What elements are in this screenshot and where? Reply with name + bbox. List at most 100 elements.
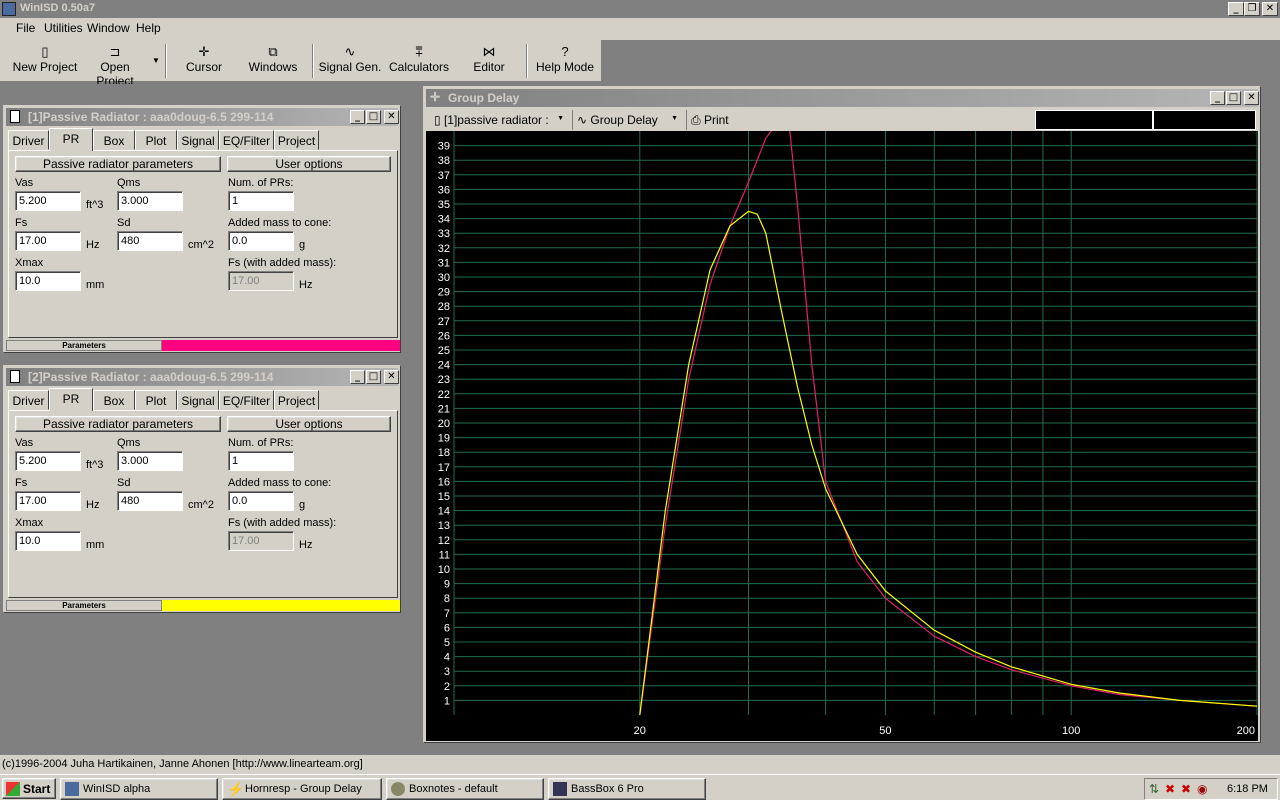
signal-gen-button[interactable]: ∿ Signal Gen. bbox=[318, 44, 382, 80]
taskbar-item-bassbox[interactable]: BassBox 6 Pro bbox=[548, 778, 706, 800]
close-icon[interactable]: ✕ bbox=[384, 370, 399, 384]
pr-window-2: [2]Passive Radiator : aaa0doug-6.5 299-1… bbox=[3, 365, 401, 613]
passive-radiator-parameters-header: Passive radiator parameters bbox=[15, 156, 221, 172]
tab-eq-filter[interactable]: EQ/Filter bbox=[219, 390, 274, 410]
taskbar-item-boxnotes[interactable]: Boxnotes - default bbox=[386, 778, 544, 800]
y-tick-label: 23 bbox=[438, 374, 450, 386]
print-button[interactable]: ⎙ Print bbox=[686, 110, 746, 130]
minimize-icon[interactable]: _ bbox=[1210, 91, 1225, 105]
qms-field[interactable]: 3.000 bbox=[117, 451, 183, 471]
windows-button[interactable]: ⧉ Windows bbox=[243, 44, 303, 80]
editor-icon: ⋈ bbox=[482, 44, 496, 59]
sd-field[interactable]: 480 bbox=[117, 231, 183, 251]
y-tick-label: 12 bbox=[438, 535, 450, 547]
vas-field[interactable]: 5.200 bbox=[15, 191, 81, 211]
sd-field[interactable]: 480 bbox=[117, 491, 183, 511]
start-label: Start bbox=[23, 782, 51, 796]
cursor-button[interactable]: ✛ Cursor bbox=[174, 44, 234, 80]
network-error-icon[interactable]: ✖ bbox=[1165, 782, 1175, 796]
pr-window-1-titlebar[interactable]: [1]Passive Radiator : aaa0doug-6.5 299-1… bbox=[6, 108, 399, 126]
pr-window-2-titlebar[interactable]: [2]Passive Radiator : aaa0doug-6.5 299-1… bbox=[6, 368, 399, 386]
close-icon[interactable]: ✕ bbox=[1262, 2, 1278, 16]
fs-field[interactable]: 17.00 bbox=[15, 231, 81, 251]
tab-box[interactable]: Box bbox=[93, 390, 135, 410]
qms-field[interactable]: 3.000 bbox=[117, 191, 183, 211]
y-tick-label: 24 bbox=[438, 360, 450, 372]
project-select[interactable]: ▯ [1]passive radiator : ▼ bbox=[430, 110, 568, 130]
taskbar-item-hornresp[interactable]: ⚡ Hornresp - Group Delay bbox=[222, 778, 382, 800]
added-mass-field[interactable]: 0.0 bbox=[228, 491, 294, 511]
taskbar: Start WinISD alpha ⚡ Hornresp - Group De… bbox=[0, 774, 1280, 800]
minimize-icon[interactable]: _ bbox=[350, 370, 365, 384]
tab-signal[interactable]: Signal bbox=[177, 390, 219, 410]
taskbar-item-label: Hornresp - Group Delay bbox=[245, 783, 362, 795]
close-icon[interactable]: ✕ bbox=[1244, 91, 1259, 105]
open-project-dropdown-icon[interactable]: ▼ bbox=[152, 56, 160, 65]
help-mode-button[interactable]: ? Help Mode bbox=[534, 44, 596, 80]
calculators-button[interactable]: ⩱ Calculators bbox=[388, 44, 450, 80]
tab-eq-filter[interactable]: EQ/Filter bbox=[219, 130, 274, 150]
cursor-label: Cursor bbox=[185, 60, 222, 74]
fs-added-label: Fs (with added mass): bbox=[228, 517, 337, 529]
y-tick-label: 15 bbox=[438, 491, 450, 503]
series-line bbox=[639, 210, 1257, 715]
antivirus-icon[interactable]: ◉ bbox=[1197, 782, 1207, 796]
tab-plot[interactable]: Plot bbox=[135, 390, 177, 410]
close-icon[interactable]: ✕ bbox=[384, 110, 399, 124]
tab-project[interactable]: Project bbox=[274, 390, 319, 410]
taskbar-item-winisd[interactable]: WinISD alpha bbox=[60, 778, 218, 800]
menu-help[interactable]: Help bbox=[136, 21, 161, 35]
minimize-icon[interactable]: _ bbox=[350, 110, 365, 124]
restore-icon[interactable]: ❐ bbox=[1244, 2, 1260, 16]
tab-signal[interactable]: Signal bbox=[177, 130, 219, 150]
tab-pr[interactable]: PR bbox=[49, 128, 93, 151]
network-error-icon[interactable]: ✖ bbox=[1181, 782, 1191, 796]
y-tick-label: 36 bbox=[438, 184, 450, 196]
fs-field[interactable]: 17.00 bbox=[15, 491, 81, 511]
network-icon[interactable]: ⇅ bbox=[1149, 782, 1159, 796]
qms-label: Qms bbox=[117, 177, 141, 189]
y-tick-label: 4 bbox=[444, 652, 450, 664]
plot-type-select[interactable]: ∿ Group Delay ▼ bbox=[572, 110, 682, 130]
new-project-button[interactable]: ▯ New Project bbox=[10, 44, 80, 80]
added-mass-label: Added mass to cone: bbox=[228, 477, 332, 489]
clock[interactable]: 6:18 PM bbox=[1227, 783, 1268, 795]
minimize-icon[interactable]: _ bbox=[1228, 2, 1244, 16]
tab-pr[interactable]: PR bbox=[49, 388, 93, 411]
maximize-icon[interactable]: □ bbox=[366, 110, 381, 124]
maximize-icon[interactable]: □ bbox=[366, 370, 381, 384]
num-prs-field[interactable]: 1 bbox=[228, 191, 294, 211]
tab-plot[interactable]: Plot bbox=[135, 130, 177, 150]
tab-driver[interactable]: Driver bbox=[8, 390, 49, 410]
plot-area[interactable]: 1 2 3 4 5 6 7 8 9 10 11 12 13 14 15 16 17 18 19 20 21 22 23 24 2… bbox=[426, 131, 1258, 741]
y-tick-label: 22 bbox=[438, 389, 450, 401]
fs-label: Fs bbox=[15, 217, 28, 229]
editor-button[interactable]: ⋈ Editor bbox=[464, 44, 514, 80]
y-tick-label: 16 bbox=[438, 476, 450, 488]
open-project-button[interactable]: ⊐ Open Project bbox=[80, 44, 150, 88]
sd-unit: cm^2 bbox=[188, 499, 214, 511]
menu-utilities[interactable]: Utilities bbox=[44, 21, 83, 35]
menu-file[interactable]: File bbox=[16, 21, 35, 35]
xmax-field[interactable]: 10.0 bbox=[15, 531, 81, 551]
tab-box[interactable]: Box bbox=[93, 130, 135, 150]
start-button[interactable]: Start bbox=[2, 778, 56, 799]
y-tick-label: 18 bbox=[438, 447, 450, 459]
vas-field[interactable]: 5.200 bbox=[15, 451, 81, 471]
pr-window-1: [1]Passive Radiator : aaa0doug-6.5 299-1… bbox=[3, 105, 401, 353]
graph-toolbar: ▯ [1]passive radiator : ▼ ∿ Group Delay … bbox=[428, 109, 1256, 131]
added-mass-field[interactable]: 0.0 bbox=[228, 231, 294, 251]
tab-driver[interactable]: Driver bbox=[8, 130, 49, 150]
xmax-label: Xmax bbox=[15, 517, 44, 529]
num-prs-field[interactable]: 1 bbox=[228, 451, 294, 471]
xmax-field[interactable]: 10.0 bbox=[15, 271, 81, 291]
added-mass-unit: g bbox=[299, 239, 306, 251]
fs-added-label: Fs (with added mass): bbox=[228, 257, 337, 269]
pr-window-1-title: [1]Passive Radiator : aaa0doug-6.5 299-1… bbox=[28, 110, 274, 124]
tab-project[interactable]: Project bbox=[274, 130, 319, 150]
x-tick-label: 50 bbox=[879, 725, 891, 737]
group-delay-titlebar[interactable]: ✛ Group Delay _ □ ✕ bbox=[426, 89, 1259, 107]
maximize-icon[interactable]: □ bbox=[1226, 91, 1241, 105]
menu-window[interactable]: Window bbox=[87, 21, 130, 35]
y-tick-label: 27 bbox=[438, 316, 450, 328]
